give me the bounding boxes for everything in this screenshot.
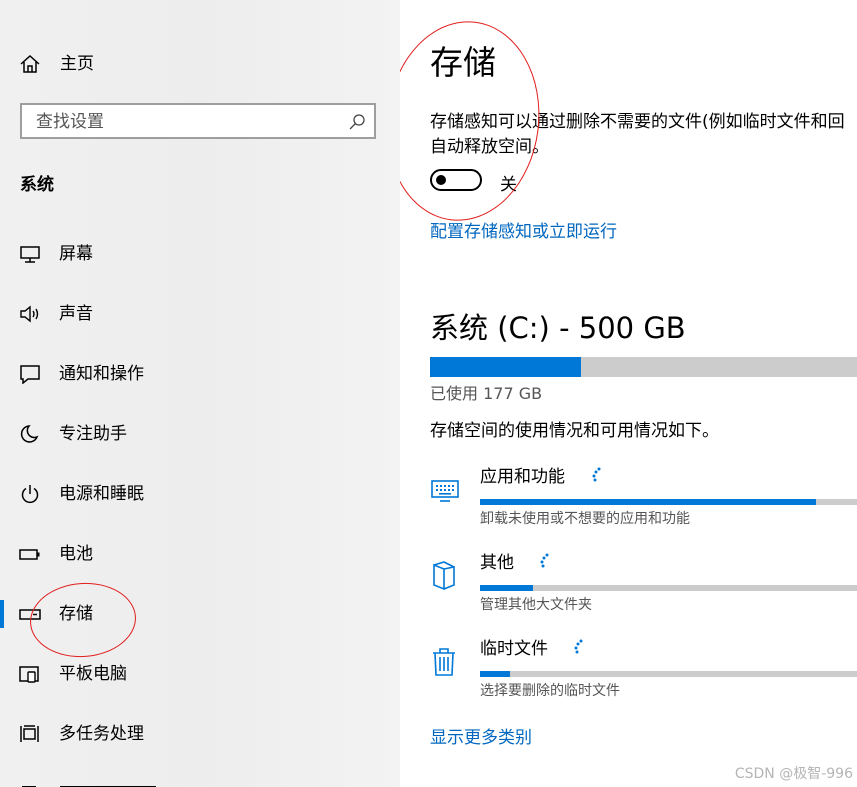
usage-note: 存储空间的使用情况和可用情况如下。: [430, 421, 719, 441]
sidebar-item-label: 电源和睡眠: [59, 484, 144, 504]
sidebar-item-label: 多任务处理: [59, 724, 144, 744]
watermark: CSDN @极智-996: [734, 766, 853, 782]
category-subtitle: 管理其他大文件夹: [480, 597, 592, 613]
main-content: 存储 存储感知可以通过删除不需要的文件(例如临时文件和回 自动释放空间。 关 配…: [400, 0, 857, 787]
loading-spinner-icon: [592, 467, 601, 482]
toggle-knob: [436, 175, 446, 185]
power-icon: [21, 485, 39, 504]
sidebar-item-label: 专注助手: [59, 424, 127, 444]
category-usage-bar: [480, 499, 857, 505]
trash-icon: [433, 648, 455, 676]
show-more-categories-link[interactable]: 显示更多类别: [430, 723, 532, 748]
multitask-icon: [20, 725, 39, 742]
other-folder-icon: [433, 561, 455, 591]
drive-title: 系统 (C:) - 500 GB: [430, 311, 686, 345]
sidebar-item-multitasking[interactable]: 多任务处理: [0, 714, 400, 754]
category-apps[interactable]: 应用和功能 卸载未使用或不想要的应用和功能: [430, 465, 857, 535]
toggle-state-label: 关: [500, 175, 517, 195]
sidebar-item-power[interactable]: 电源和睡眠: [0, 474, 400, 514]
sidebar-item-label: 主页: [60, 54, 94, 74]
description-line: 自动释放空间。: [430, 137, 549, 157]
battery-icon: [19, 549, 40, 560]
sidebar: 主页 系统 屏幕 声音 通知和操作 专注助: [0, 0, 400, 787]
search-box[interactable]: [20, 103, 376, 139]
sidebar-item-focus-assist[interactable]: 专注助手: [0, 414, 400, 454]
page-title: 存储: [430, 43, 496, 82]
notification-icon: [20, 365, 40, 384]
sidebar-item-storage[interactable]: 存储: [0, 594, 400, 634]
category-name: 其他: [480, 553, 514, 573]
category-usage-bar: [480, 585, 857, 591]
loading-spinner-icon: [574, 639, 583, 654]
drive-used-label: 已使用 177 GB: [430, 384, 543, 403]
sidebar-item-notifications[interactable]: 通知和操作: [0, 354, 400, 394]
category-usage-fill: [480, 585, 533, 591]
category-other[interactable]: 其他 管理其他大文件夹: [430, 551, 857, 621]
sidebar-item-partial[interactable]: [20, 778, 180, 787]
sidebar-item-label: 通知和操作: [59, 364, 144, 384]
monitor-icon: [20, 246, 40, 263]
drive-usage-bar: [430, 357, 857, 377]
section-title: 系统: [20, 175, 54, 195]
sidebar-item-label: 平板电脑: [59, 664, 127, 684]
sidebar-item-label: 电池: [59, 544, 93, 564]
loading-spinner-icon: [540, 553, 549, 568]
home-icon: [20, 54, 40, 73]
apps-keyboard-icon: [431, 480, 459, 502]
search-icon[interactable]: [348, 113, 366, 131]
category-usage-fill: [480, 671, 511, 677]
storage-sense-description: 存储感知可以通过删除不需要的文件(例如临时文件和回 自动释放空间。: [430, 110, 857, 160]
category-subtitle: 卸载未使用或不想要的应用和功能: [480, 511, 690, 527]
sidebar-item-label: 声音: [59, 304, 93, 324]
category-usage-bar: [480, 671, 857, 677]
drive-usage-fill: [430, 357, 582, 377]
tablet-icon: [19, 666, 39, 683]
sidebar-item-tablet[interactable]: 平板电脑: [0, 654, 400, 694]
category-temp-files[interactable]: 临时文件 选择要删除的临时文件: [430, 637, 857, 707]
sidebar-item-home[interactable]: 主页: [0, 44, 400, 84]
sidebar-item-battery[interactable]: 电池: [0, 534, 400, 574]
category-usage-fill: [480, 499, 816, 505]
sidebar-item-sound[interactable]: 声音: [0, 294, 400, 334]
sidebar-item-label: 屏幕: [59, 244, 93, 264]
storage-icon: [19, 609, 41, 620]
category-name: 临时文件: [480, 639, 548, 659]
sidebar-item-display[interactable]: 屏幕: [0, 234, 400, 274]
sidebar-item-label: 存储: [59, 604, 93, 624]
speaker-icon: [20, 305, 39, 323]
configure-storage-sense-link[interactable]: 配置存储感知或立即运行: [430, 217, 617, 242]
search-input[interactable]: [34, 109, 338, 135]
category-name: 应用和功能: [480, 467, 565, 487]
moon-icon: [20, 425, 39, 443]
storage-sense-toggle[interactable]: [430, 169, 482, 191]
category-subtitle: 选择要删除的临时文件: [480, 683, 620, 699]
description-line: 存储感知可以通过删除不需要的文件(例如临时文件和回: [430, 112, 845, 132]
